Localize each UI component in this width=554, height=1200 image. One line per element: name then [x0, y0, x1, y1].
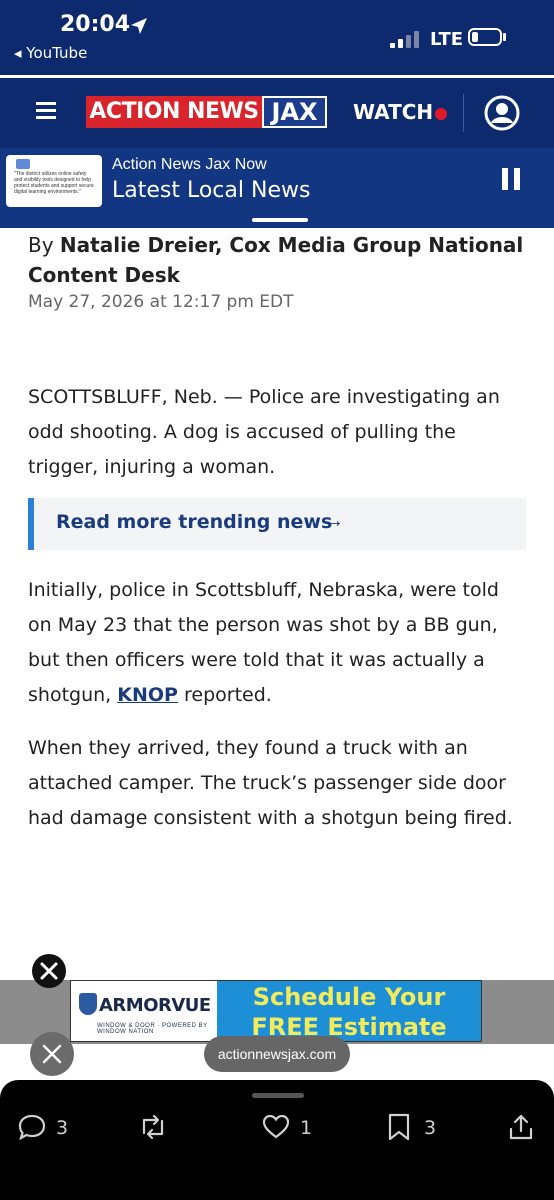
- status-time: 20:04: [60, 12, 131, 37]
- site-header: ACTION NEWS JAX WATCH: [0, 78, 554, 148]
- header-divider: [463, 94, 464, 132]
- ad-tagline: WINDOW & DOOR · POWERED BY WINDOW NATION: [97, 1023, 208, 1035]
- live-title: Latest Local News: [112, 178, 311, 203]
- sheet-handle[interactable]: [252, 1093, 304, 1098]
- heart-icon: [262, 1114, 290, 1139]
- like-button[interactable]: 1: [262, 1113, 322, 1145]
- share-icon: [509, 1114, 533, 1140]
- url-pill[interactable]: actionnewsjax.com: [204, 1036, 350, 1072]
- signal-icon: [390, 30, 424, 48]
- battery-icon: [468, 28, 502, 46]
- logo-main-text: ACTION NEWS: [86, 96, 262, 128]
- article-paragraph: When they arrived, they found a truck wi…: [28, 737, 513, 829]
- site-logo[interactable]: ACTION NEWS JAX: [86, 96, 327, 128]
- logo-accent-text: JAX: [264, 98, 325, 126]
- close-ad-icon[interactable]: [32, 954, 66, 988]
- like-count: 1: [300, 1117, 313, 1139]
- status-bar: 20:04 ◂ YouTube LTE: [0, 0, 554, 75]
- network-type: LTE: [430, 29, 464, 50]
- knop-link[interactable]: KNOP: [117, 684, 178, 706]
- back-to-app-link[interactable]: ◂ YouTube: [14, 44, 87, 62]
- post-action-bar: 3 1 3: [0, 1080, 554, 1200]
- location-arrow-icon: [131, 18, 147, 34]
- share-button[interactable]: [508, 1113, 536, 1145]
- ad-headline-1: Schedule Your: [252, 983, 446, 1011]
- live-dot-icon: [435, 108, 447, 120]
- article-paragraph: Initially, police in Scottsbluff, Nebras…: [28, 579, 499, 706]
- bookmark-count: 3: [424, 1117, 437, 1139]
- arrow-right-icon: →: [324, 510, 344, 532]
- account-icon[interactable]: [484, 95, 520, 131]
- trending-label: Read more trending news: [56, 511, 333, 533]
- video-thumbnail[interactable]: "The district utilizes online safety and…: [6, 155, 102, 207]
- bookmark-icon: [388, 1113, 410, 1141]
- thumbnail-caption: "The district utilizes online safety and…: [14, 171, 94, 195]
- live-stream-banner[interactable]: "The district utilizes online safety and…: [0, 148, 554, 228]
- advertisement-banner[interactable]: ARMORVUE WINDOW & DOOR · POWERED BY WIND…: [0, 980, 554, 1044]
- trending-news-link[interactable]: Read more trending news →: [28, 498, 526, 550]
- reply-button[interactable]: 3: [18, 1113, 78, 1145]
- author-name[interactable]: Natalie Dreier, Cox Media Group National…: [28, 233, 523, 287]
- retweet-icon: [142, 1114, 164, 1140]
- hamburger-menu-icon[interactable]: [36, 102, 56, 120]
- byline: By Natalie Dreier, Cox Media Group Natio…: [28, 233, 524, 287]
- article-paragraph: SCOTTSBLUFF, Neb. — Police are investiga…: [28, 386, 500, 478]
- ad-brand: ARMORVUE: [99, 995, 211, 1016]
- bookmark-button[interactable]: 3: [386, 1113, 446, 1145]
- dismiss-overlay-button[interactable]: [30, 1032, 74, 1076]
- publish-date: May 27, 2026 at 12:17 pm EDT: [28, 292, 294, 312]
- pause-icon[interactable]: [500, 148, 530, 208]
- close-icon: [42, 1044, 62, 1064]
- live-subtitle: Action News Jax Now: [112, 156, 267, 173]
- reply-icon: [18, 1114, 46, 1141]
- drag-handle[interactable]: [252, 218, 308, 222]
- watch-button[interactable]: WATCH: [353, 100, 433, 124]
- retweet-button[interactable]: [138, 1113, 178, 1145]
- reply-count: 3: [56, 1117, 69, 1139]
- shield-logo-icon: [79, 993, 97, 1015]
